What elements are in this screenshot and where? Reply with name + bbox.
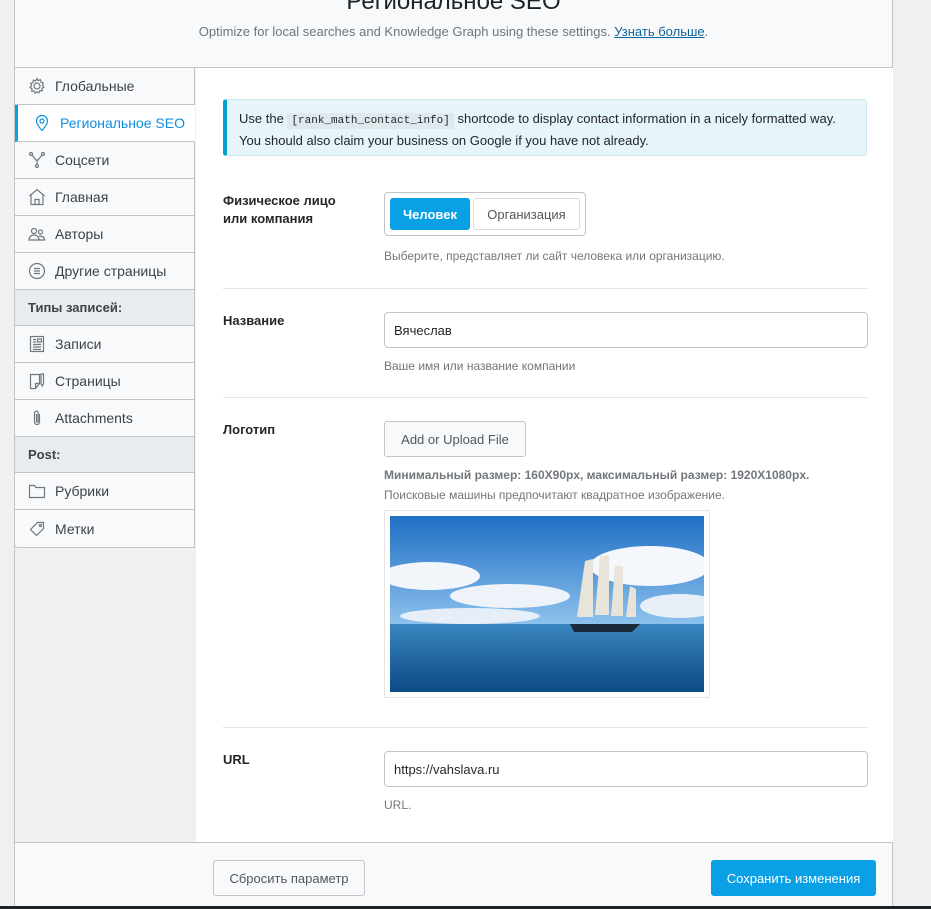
shortcode-notice: Use the [rank_math_contact_info] shortco… (223, 99, 867, 156)
page-title: Региональное SEO (346, 0, 561, 15)
sidebar-item-tags[interactable]: Метки (15, 510, 194, 547)
post-icon (29, 335, 45, 353)
save-button[interactable]: Сохранить изменения (711, 860, 876, 896)
url-label: URL (223, 752, 250, 767)
option-organization[interactable]: Организация (473, 198, 580, 230)
paperclip-icon (33, 410, 41, 426)
folder-icon (28, 484, 46, 499)
entity-toggle: Человек Организация (384, 192, 586, 236)
home-icon (29, 188, 45, 206)
name-input[interactable]: Вячеслав (384, 312, 868, 348)
sidebar-item-global[interactable]: Глобальные (15, 68, 194, 105)
divider (223, 727, 867, 728)
users-icon (28, 227, 46, 241)
sidebar-item-home[interactable]: Главная (15, 179, 194, 216)
sidebar-item-pages[interactable]: Страницы (15, 363, 194, 400)
entity-description: Выберите, представляет ли сайт человека … (384, 249, 725, 263)
ship-image (380, 516, 720, 692)
sidebar-item-other-pages[interactable]: Другие страницы (15, 253, 194, 290)
sidebar-item-local-seo[interactable]: Региональное SEO (15, 105, 195, 142)
sidebar-item-posts[interactable]: Записи (15, 326, 194, 363)
logo-hint: Поисковые машины предпочитают квадратное… (384, 488, 726, 502)
divider (223, 397, 867, 398)
learn-more-link[interactable]: Узнать больше (614, 24, 704, 39)
url-input[interactable]: https://vahslava.ru (384, 751, 868, 787)
sidebar-item-authors[interactable]: Авторы (15, 216, 194, 253)
sidebar-group-post-types: Типы записей: (15, 290, 194, 326)
upload-file-button[interactable]: Add or Upload File (384, 421, 526, 457)
main-content: Use the [rank_math_contact_info] shortco… (196, 68, 893, 842)
sidebar-item-attachments[interactable]: Attachments (15, 400, 194, 437)
map-pin-icon (35, 114, 49, 132)
logo-size-note: Минимальный размер: 160X90px, максимальн… (384, 468, 810, 482)
divider (223, 288, 867, 289)
shortcode: [rank_math_contact_info] (287, 113, 454, 129)
footer-bar: Сбросить параметр Сохранить изменения (15, 842, 892, 906)
name-label: Название (223, 313, 285, 328)
url-description: URL. (384, 798, 412, 812)
sidebar-item-social[interactable]: Соцсети (15, 142, 194, 179)
page-icon (29, 373, 45, 390)
option-person[interactable]: Человек (390, 198, 470, 230)
page-subtitle: Optimize for local searches and Knowledg… (198, 24, 709, 39)
settings-sidebar: Глобальные Региональное SEO Соцсети Глав… (14, 68, 195, 548)
list-circle-icon (28, 262, 46, 280)
share-nodes-icon (28, 151, 46, 169)
entity-label: Физическое лицо или компания (223, 193, 336, 226)
name-description: Ваше имя или название компании (384, 359, 576, 373)
sidebar-group-post: Post: (15, 437, 194, 473)
settings-panel: Региональное SEO Optimize for local sear… (14, 0, 893, 906)
reset-button[interactable]: Сбросить параметр (213, 860, 365, 896)
page-header: Региональное SEO Optimize for local sear… (15, 0, 892, 68)
logo-preview[interactable] (380, 510, 720, 698)
gear-icon (29, 77, 45, 95)
sidebar-item-categories[interactable]: Рубрики (15, 473, 194, 510)
tag-icon (29, 521, 45, 536)
logo-label: Логотип (223, 422, 276, 437)
